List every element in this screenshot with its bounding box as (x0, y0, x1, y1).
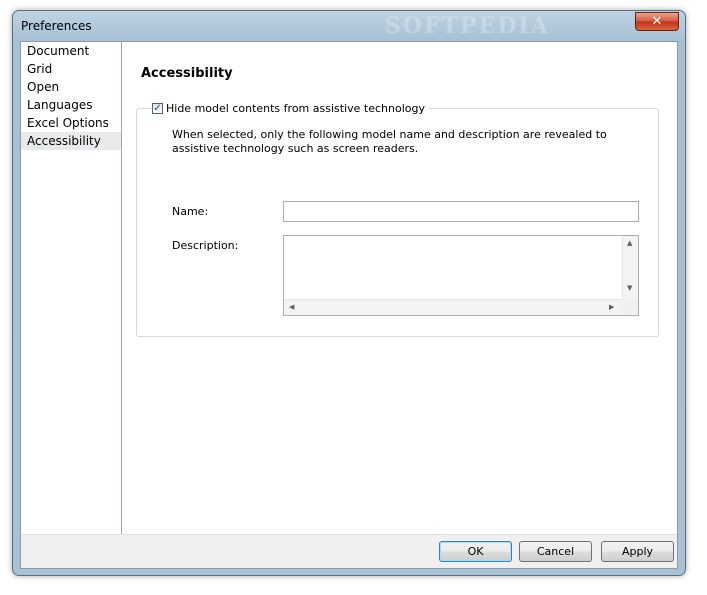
close-icon: ✕ (651, 14, 663, 29)
scroll-down-icon[interactable]: ▼ (627, 284, 632, 292)
scroll-left-icon[interactable]: ◀ (289, 303, 294, 311)
sidebar-item-document[interactable]: Document (21, 42, 121, 60)
title-bar[interactable]: Preferences SOFTPEDIA ✕ (13, 11, 685, 41)
name-input[interactable] (283, 201, 639, 222)
preferences-window: Preferences SOFTPEDIA ✕ Document Grid Op… (12, 10, 686, 576)
apply-button[interactable]: Apply (601, 541, 674, 562)
ok-button[interactable]: OK (439, 541, 512, 562)
name-label: Name: (172, 205, 209, 218)
scroll-up-icon[interactable]: ▲ (627, 239, 632, 247)
description-horizontal-scrollbar[interactable]: ◀ ▶ (284, 299, 622, 315)
close-button[interactable]: ✕ (635, 12, 679, 31)
sidebar-item-languages[interactable]: Languages (21, 96, 121, 114)
description-label: Description: (172, 239, 239, 252)
scrollbar-corner (622, 299, 638, 315)
window-title: Preferences (21, 19, 92, 33)
accessibility-panel: Accessibility ✓ Hide model contents from… (122, 42, 677, 534)
category-list: Document Grid Open Languages Excel Optio… (21, 42, 122, 534)
hide-model-checkbox[interactable]: ✓ (152, 103, 163, 114)
sidebar-item-excel-options[interactable]: Excel Options (21, 114, 121, 132)
sidebar-item-open[interactable]: Open (21, 78, 121, 96)
watermark-logo: SOFTPEDIA (385, 13, 550, 39)
button-bar: OK Cancel Apply (21, 534, 677, 568)
hide-model-checkbox-label[interactable]: Hide model contents from assistive techn… (166, 102, 425, 115)
sidebar-item-accessibility[interactable]: Accessibility (21, 132, 121, 150)
scroll-right-icon[interactable]: ▶ (609, 303, 614, 311)
hide-model-checkbox-row[interactable]: ✓ Hide model contents from assistive tec… (152, 102, 429, 115)
description-textarea[interactable]: ▲ ▼ ◀ ▶ (283, 235, 639, 316)
accessibility-description: When selected, only the following model … (172, 128, 607, 155)
sidebar-item-grid[interactable]: Grid (21, 60, 121, 78)
cancel-button[interactable]: Cancel (519, 541, 592, 562)
description-vertical-scrollbar[interactable]: ▲ ▼ (622, 236, 638, 299)
check-icon: ✓ (153, 103, 162, 114)
page-title: Accessibility (141, 66, 233, 81)
dialog-client-area: Document Grid Open Languages Excel Optio… (20, 41, 678, 569)
